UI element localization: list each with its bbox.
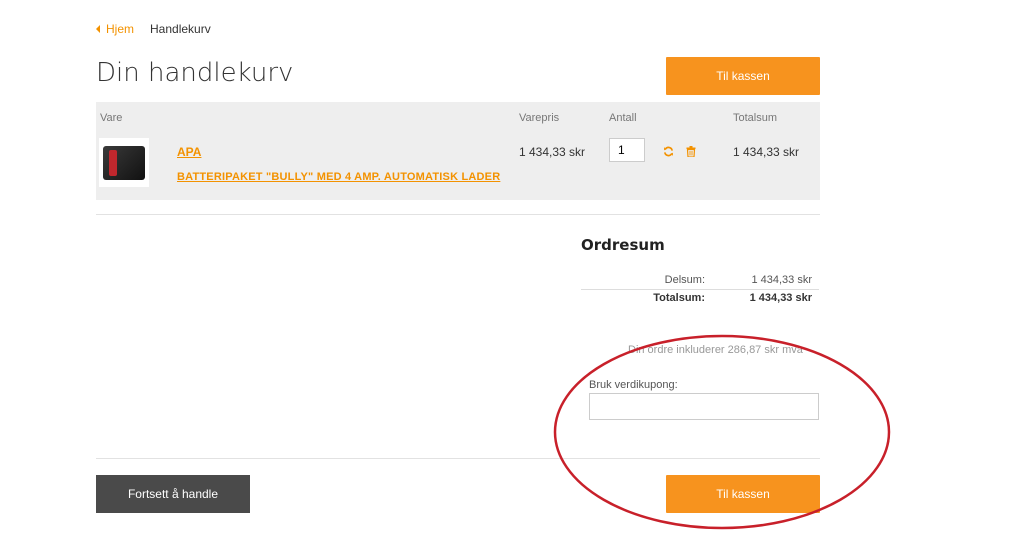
subtotal-label: Delsum: bbox=[664, 274, 705, 286]
total-label: Totalsum: bbox=[653, 292, 705, 304]
column-header-item: Vare bbox=[100, 112, 123, 124]
caret-left-icon bbox=[96, 25, 100, 33]
refresh-icon[interactable] bbox=[662, 145, 674, 157]
row-total: 1 434,33 skr bbox=[733, 145, 800, 159]
cart-table: Vare Varepris Antall Totalsum APA BATTER… bbox=[96, 102, 820, 200]
checkout-button-top[interactable]: Til kassen bbox=[666, 57, 820, 95]
order-summary-title: Ordresum bbox=[581, 236, 665, 254]
quantity-input[interactable] bbox=[609, 138, 645, 162]
breadcrumb: Hjem Handlekurv bbox=[96, 22, 211, 36]
column-header-total: Totalsum bbox=[733, 112, 778, 124]
battery-pack-image bbox=[103, 145, 145, 180]
column-header-unit-price: Varepris bbox=[519, 112, 560, 124]
column-header-quantity: Antall bbox=[609, 112, 637, 124]
divider bbox=[96, 214, 820, 215]
coupon-label: Bruk verdikupong: bbox=[589, 379, 678, 391]
checkout-button-bottom[interactable]: Til kassen bbox=[666, 475, 820, 513]
summary-divider bbox=[581, 289, 819, 290]
coupon-input[interactable] bbox=[589, 393, 819, 420]
page-title: Din handlekurv bbox=[96, 58, 294, 88]
product-image[interactable] bbox=[99, 138, 149, 187]
breadcrumb-current: Handlekurv bbox=[150, 22, 211, 36]
product-brand-link[interactable]: APA bbox=[177, 145, 201, 159]
total-value: 1 434,33 skr bbox=[749, 292, 812, 304]
continue-shopping-button[interactable]: Fortsett å handle bbox=[96, 475, 250, 513]
vat-note: Din ordre inkluderer 286,87 skr mva bbox=[628, 344, 803, 356]
subtotal-value: 1 434,33 skr bbox=[751, 274, 812, 286]
breadcrumb-home-link[interactable]: Hjem bbox=[106, 22, 134, 36]
divider bbox=[96, 458, 820, 459]
trash-icon[interactable] bbox=[685, 145, 697, 157]
product-name-link[interactable]: BATTERIPAKET "BULLY" MED 4 AMP. AUTOMATI… bbox=[177, 171, 500, 183]
unit-price: 1 434,33 skr bbox=[519, 145, 586, 159]
